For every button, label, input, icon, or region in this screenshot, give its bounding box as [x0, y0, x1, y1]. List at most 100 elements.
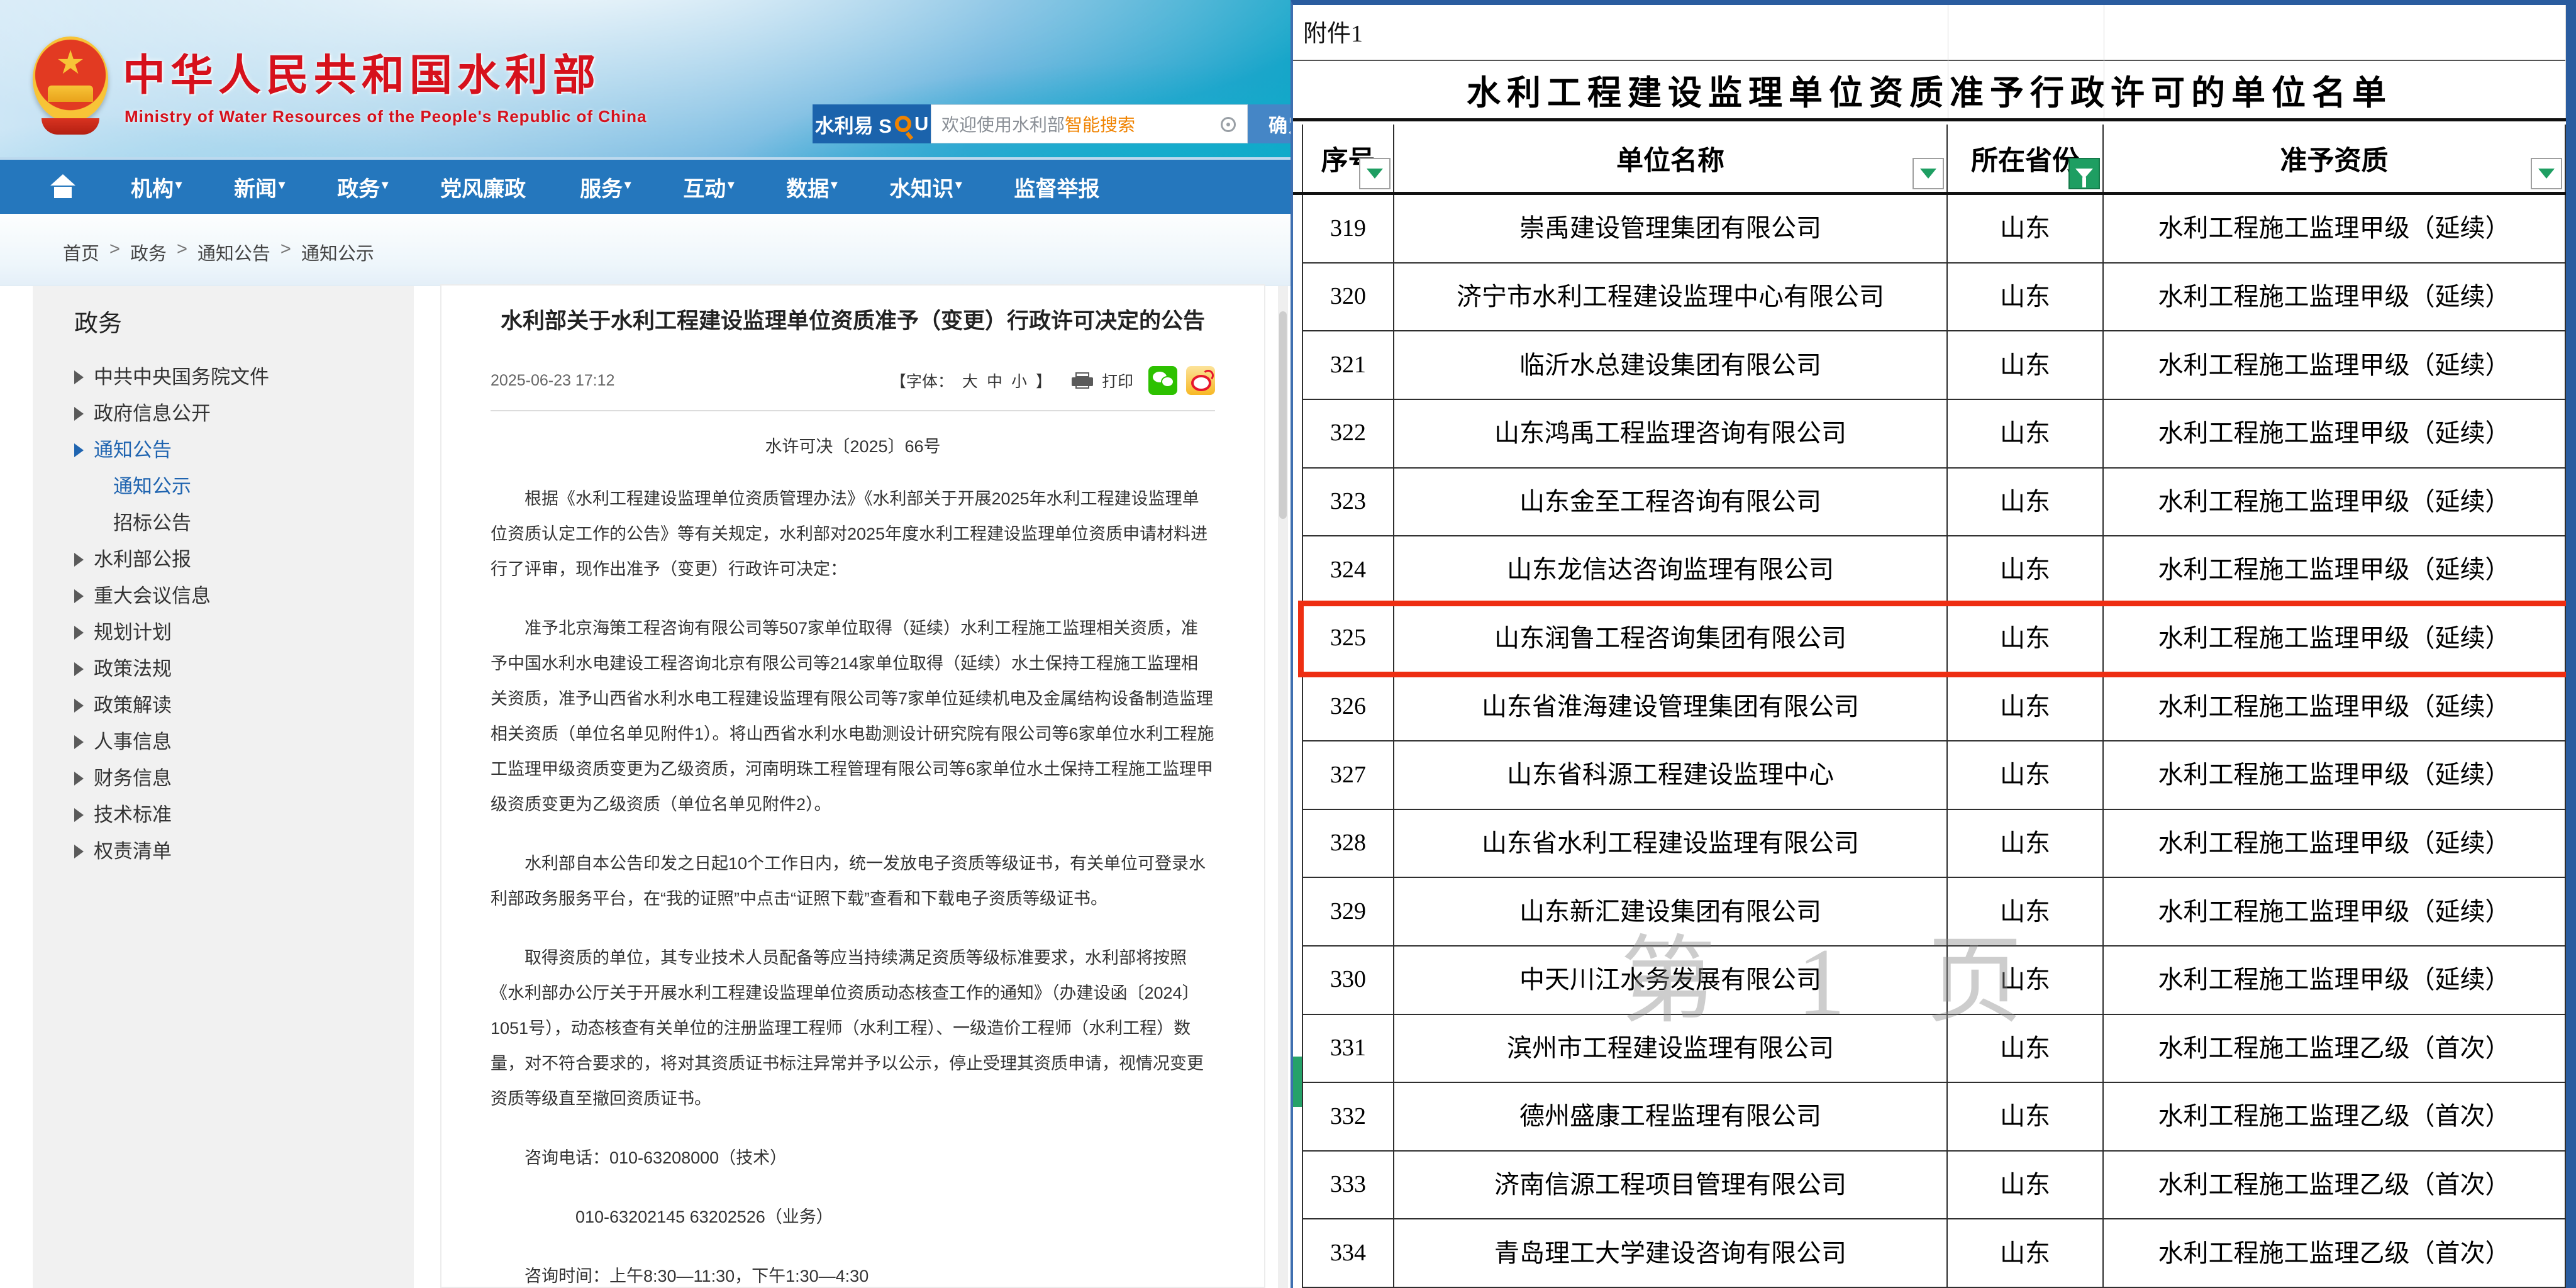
browser-scrollbar[interactable] — [1278, 286, 1288, 1288]
sidebar-item-gazette[interactable]: 水利部公报 — [74, 550, 414, 569]
wechat-share-icon[interactable] — [1148, 366, 1177, 395]
filter-dropdown-name[interactable] — [1913, 158, 1944, 189]
sidebar-item-finance[interactable]: 财务信息 — [74, 769, 414, 788]
font-size-small-button[interactable]: 小 — [1011, 369, 1027, 392]
table-row: 323 山东金至工程咨询有限公司 山东 水利工程施工监理甲级（延续） — [1303, 469, 2565, 537]
sidebar-title: 政务 — [74, 304, 414, 338]
sidebar-item-responsibility-list[interactable]: 权责清单 — [74, 841, 414, 861]
emblem-star-icon: ★ — [33, 47, 108, 79]
breadcrumb-separator: > — [177, 239, 187, 265]
search-input[interactable]: 欢迎使用水利部 智能搜索 — [931, 104, 1248, 143]
funnel-icon — [2075, 169, 2093, 179]
column-header-province: 所在省份 — [1948, 125, 2104, 192]
table-row: 319 崇禹建设管理集团有限公司 山东 水利工程施工监理甲级（延续） — [1303, 195, 2565, 264]
home-icon[interactable] — [49, 174, 77, 199]
filter-dropdown-qualification[interactable] — [2531, 158, 2562, 189]
table-row: 328 山东省水利工程建设监理有限公司 山东 水利工程施工监理甲级（延续） — [1303, 810, 2565, 879]
nav-item-report[interactable]: 监督举报 — [1014, 172, 1099, 203]
caret-down-icon — [1920, 169, 1936, 179]
nav-item-services[interactable]: 服务 — [580, 172, 629, 203]
contact-phone-2: 010-63202145 63202526（业务） — [491, 1199, 1215, 1235]
table-row: 321 临沂水总建设集团有限公司 山东 水利工程施工监理甲级（延续） — [1303, 331, 2565, 400]
scrollbar-thumb[interactable] — [1279, 311, 1287, 519]
paragraph: 取得资质的单位，其专业技术人员配备等应当持续满足资质等级标准要求，水利部将按照《… — [491, 940, 1215, 1116]
nav-item-party-conduct[interactable]: 党风廉政 — [440, 172, 526, 203]
caret-down-icon — [2538, 169, 2555, 179]
sidebar-item-bidding[interactable]: 招标公告 — [74, 513, 414, 533]
sidebar-item-tech-standards[interactable]: 技术标准 — [74, 805, 414, 824]
sidebar-item-policy-interpretation[interactable]: 政策解读 — [74, 696, 414, 715]
nav-item-gov[interactable]: 政务 — [337, 172, 386, 203]
caret-right-icon — [74, 407, 84, 421]
column-header-name: 单位名称 — [1394, 125, 1948, 192]
caret-right-icon — [74, 735, 84, 749]
paragraph: 水利部自本公告印发之日起10个工作日内，统一发放电子资质等级证书，有关单位可登录… — [491, 846, 1215, 916]
sidebar-item-notices[interactable]: 通知公告 — [74, 440, 414, 460]
nav-item-news[interactable]: 新闻 — [234, 172, 283, 203]
spreadsheet-window: 附件1 水利工程建设监理单位资质准予行政许可的单位名单 序号 单位名称 所在省份… — [1291, 0, 2576, 1288]
emblem-ribbon — [42, 118, 99, 135]
sidebar-item-major-meetings[interactable]: 重大会议信息 — [74, 586, 414, 606]
printer-icon[interactable] — [1072, 372, 1093, 389]
sidebar-item-planning[interactable]: 规划计划 — [74, 623, 414, 642]
table-row: 326 山东省淮海建设管理集团有限公司 山东 水利工程施工监理甲级（延续） — [1303, 673, 2565, 741]
caret-right-icon — [74, 443, 84, 457]
search-logo-text-left: 水利易 S — [815, 110, 892, 138]
weibo-share-icon[interactable] — [1186, 366, 1215, 395]
row-selection-mark — [1293, 1057, 1302, 1107]
table-row: 322 山东鸿禹工程监理咨询有限公司 山东 水利工程施工监理甲级（延续） — [1303, 400, 2565, 469]
sidebar-item-personnel[interactable]: 人事信息 — [74, 732, 414, 752]
breadcrumb-gov[interactable]: 政务 — [130, 239, 167, 265]
font-size-large-button[interactable]: 大 — [962, 369, 978, 392]
sidebar-item-policies[interactable]: 政策法规 — [74, 659, 414, 679]
table-row-highlighted: 325 山东润鲁工程咨询集团有限公司 山东 水利工程施工监理甲级（延续） — [1303, 605, 2565, 674]
table-row: 329 山东新汇建设集团有限公司 山东 水利工程施工监理甲级（延续） — [1303, 878, 2565, 947]
nav-item-orgs[interactable]: 机构 — [131, 172, 180, 203]
search-placeholder-highlight: 智能搜索 — [1065, 111, 1135, 136]
caret-right-icon — [74, 662, 84, 676]
caret-right-icon — [74, 370, 84, 384]
font-tool-prefix: 【字体： — [891, 369, 953, 392]
search-logo-text-right: U — [914, 113, 928, 135]
sidebar-item-central-docs[interactable]: 中共中央国务院文件 — [74, 367, 414, 387]
nav-item-interact[interactable]: 互动 — [683, 172, 732, 203]
browser-window: ★ 中华人民共和国水利部 Ministry of Water Resources… — [0, 0, 1291, 1288]
filter-active-province[interactable] — [2068, 158, 2100, 189]
table-row: 333 济南信源工程项目管理有限公司 山东 水利工程施工监理乙级（首次） — [1303, 1152, 2565, 1220]
font-size-medium-button[interactable]: 中 — [987, 369, 1002, 392]
table-row: 331 滨州市工程建设监理有限公司 山东 水利工程施工监理乙级（首次） — [1303, 1015, 2565, 1084]
nav-item-water-knowledge[interactable]: 水知识 — [889, 172, 960, 203]
breadcrumb-notices[interactable]: 通知公告 — [197, 239, 270, 265]
nav-item-data[interactable]: 数据 — [786, 172, 835, 203]
filter-dropdown-seq[interactable] — [1359, 158, 1391, 189]
table-body: 319 崇禹建设管理集团有限公司 山东 水利工程施工监理甲级（延续） 320 济… — [1302, 195, 2566, 1288]
font-tool-suffix: 】 — [1036, 369, 1052, 392]
article-meta: 2025-06-23 17:12 【字体： 大 中 小 】 打印 — [491, 366, 1215, 395]
emblem-gate — [48, 86, 93, 102]
breadcrumb-bar: 首页 > 政务 > 通知公告 > 通知公示 — [0, 214, 1291, 286]
table-row: 327 山东省科源工程建设监理中心 山东 水利工程施工监理甲级（延续） — [1303, 741, 2565, 810]
national-emblem-logo: ★ — [33, 36, 108, 137]
breadcrumb-announcements[interactable]: 通知公示 — [301, 239, 374, 265]
contact-phone: 咨询电话：010-63208000（技术） — [491, 1140, 1215, 1175]
sidebar-item-info-disclosure[interactable]: 政府信息公开 — [74, 404, 414, 423]
search-confirm-button[interactable]: 确定 — [1248, 104, 1291, 143]
column-header-seq: 序号 — [1303, 125, 1394, 192]
sidebar-item-announcements[interactable]: 通知公示 — [74, 477, 414, 496]
document-number: 水许可决〔2025〕66号 — [491, 433, 1215, 457]
article-body: 根据《水利工程建设监理单位资质管理办法》《水利部关于开展2025年水利工程建设监… — [491, 481, 1215, 1288]
print-button[interactable]: 打印 — [1102, 369, 1133, 392]
table-row: 330 中天川江水务发展有限公司 山东 水利工程施工监理甲级（延续） — [1303, 947, 2565, 1015]
caret-right-icon — [74, 772, 84, 786]
main-nav: 机构 新闻 政务 党风廉政 服务 互动 数据 水知识 监督举报 — [0, 157, 1291, 214]
breadcrumb-home[interactable]: 首页 — [63, 239, 99, 265]
caret-right-icon — [74, 589, 84, 603]
screen: ★ 中华人民共和国水利部 Ministry of Water Resources… — [0, 0, 2576, 1288]
magnifier-icon — [895, 116, 911, 132]
divider — [491, 410, 1215, 411]
voice-search-icon[interactable] — [1221, 117, 1236, 132]
table-title: 水利工程建设监理单位资质准予行政许可的单位名单 — [1293, 61, 2566, 121]
caret-right-icon — [74, 845, 84, 858]
contact-hours: 咨询时间：上午8:30—11:30，下午1:30—4:30 — [491, 1258, 1215, 1288]
search-logo: 水利易 S U — [813, 104, 931, 143]
